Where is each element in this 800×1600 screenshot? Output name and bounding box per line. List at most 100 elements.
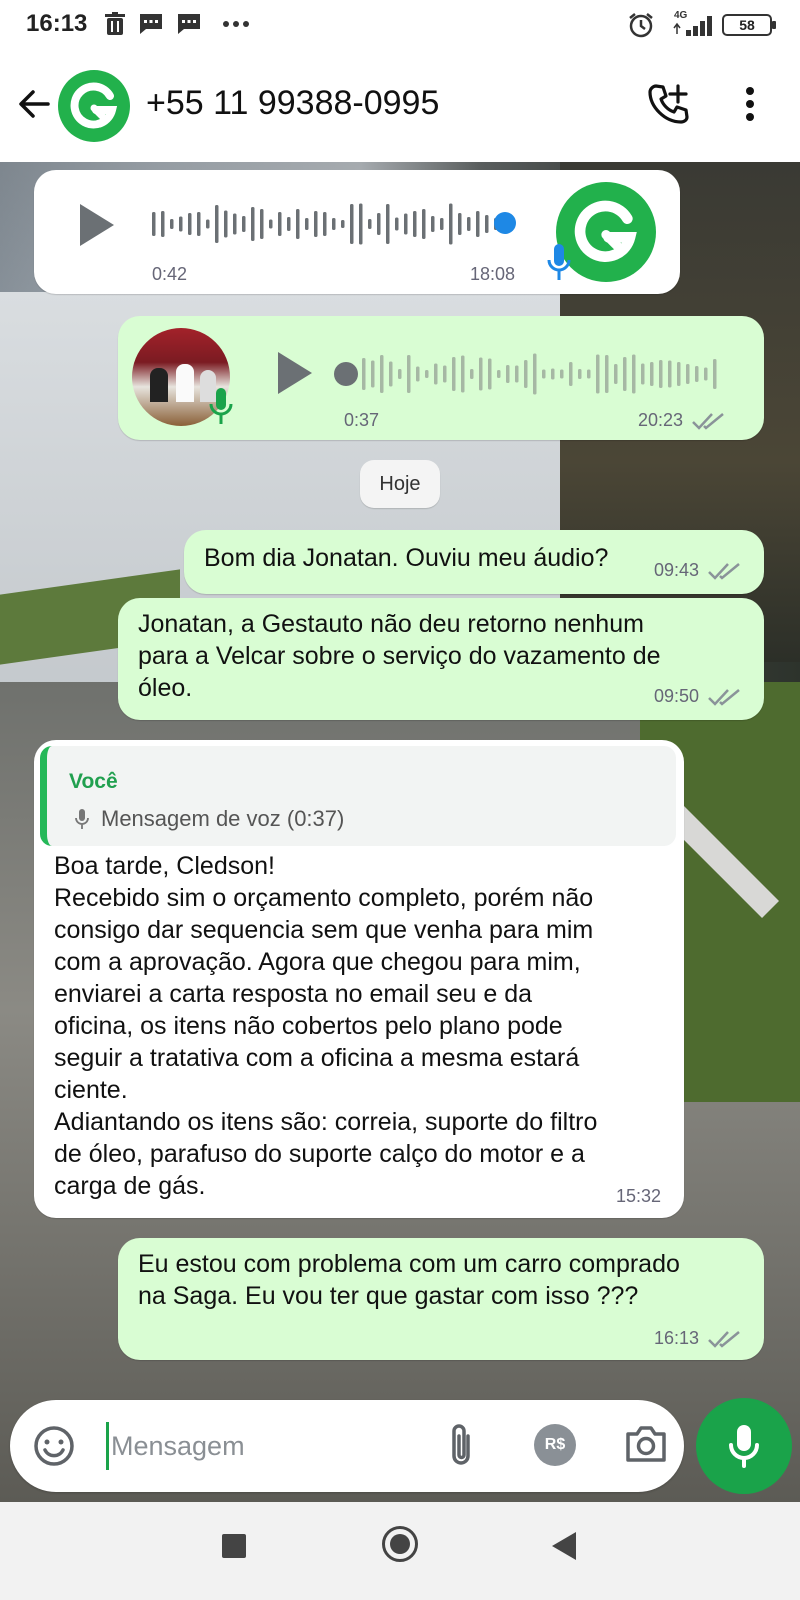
waveform-bar bbox=[587, 369, 591, 379]
waveform-bar bbox=[542, 369, 546, 379]
emoji-icon[interactable] bbox=[32, 1424, 76, 1468]
message-text: Eu estou com problema com um carro compr… bbox=[138, 1250, 680, 1310]
waveform-bar bbox=[434, 363, 438, 385]
waveform-bar bbox=[578, 369, 582, 379]
camera-icon[interactable] bbox=[624, 1424, 668, 1464]
waveform-bar bbox=[551, 368, 555, 380]
message-time: 15:32 bbox=[616, 1186, 662, 1206]
waveform-bar bbox=[569, 362, 573, 386]
waveform-bar bbox=[188, 213, 192, 235]
message-meta: 09:43 bbox=[654, 560, 741, 581]
waveform-bar bbox=[470, 369, 474, 379]
waveform-bar bbox=[332, 218, 336, 230]
signal-icon bbox=[673, 16, 712, 36]
voice-waveform[interactable] bbox=[362, 350, 732, 398]
message-time: 09:43 bbox=[654, 560, 700, 580]
waveform-bar bbox=[197, 212, 201, 236]
waveform-bar bbox=[440, 218, 444, 230]
waveform-bar bbox=[314, 211, 318, 237]
more-options-icon[interactable] bbox=[744, 86, 756, 122]
waveform-bar bbox=[416, 366, 420, 382]
message-meta: 20:23 bbox=[638, 410, 725, 431]
play-icon[interactable] bbox=[274, 350, 314, 396]
waveform-bar bbox=[431, 216, 435, 232]
waveform-bar bbox=[380, 355, 384, 393]
waveform-bar bbox=[461, 355, 465, 393]
waveform-bar bbox=[467, 217, 471, 231]
message-meta: 16:13 bbox=[654, 1328, 741, 1349]
chat-area[interactable]: 0:42 18:08 0:37 20:23 Hoje Bom dia Jonat… bbox=[0, 162, 800, 1502]
waveform-bar bbox=[425, 370, 429, 378]
message-text: Boa tarde, Cledson! Recebido sim o orçam… bbox=[54, 852, 598, 1200]
waveform-bar bbox=[296, 209, 300, 239]
waveform-bar bbox=[623, 357, 627, 391]
message-time: 09:50 bbox=[654, 686, 700, 706]
waveform-bar bbox=[359, 203, 363, 245]
waveform-bar bbox=[605, 355, 609, 393]
waveform-bar bbox=[377, 213, 381, 235]
waveform-bar bbox=[413, 211, 417, 237]
waveform-bar bbox=[641, 363, 645, 385]
waveform-bar bbox=[488, 358, 492, 390]
attach-icon[interactable] bbox=[446, 1422, 476, 1468]
message-text: Bom dia Jonatan. Ouviu meu áudio? bbox=[204, 544, 609, 572]
outgoing-text-message[interactable]: Bom dia Jonatan. Ouviu meu áudio? 09:43 bbox=[184, 530, 764, 594]
quote-author: Você bbox=[69, 770, 118, 793]
playback-handle[interactable] bbox=[334, 362, 358, 386]
waveform-bar bbox=[287, 217, 291, 231]
contact-name[interactable]: +55 11 99388-0995 bbox=[146, 84, 439, 123]
waveform-bar bbox=[389, 361, 393, 387]
read-ticks-icon bbox=[708, 688, 740, 706]
waveform-bar bbox=[713, 359, 717, 389]
date-divider: Hoje bbox=[360, 460, 440, 508]
waveform-bar bbox=[278, 212, 282, 236]
gestauto-logo-icon bbox=[574, 200, 637, 262]
waveform-bar bbox=[668, 360, 672, 388]
waveform-bar bbox=[443, 365, 447, 383]
waveform-bar bbox=[506, 365, 510, 383]
trash-icon bbox=[105, 12, 125, 35]
message-time: 18:08 bbox=[470, 264, 516, 284]
waveform-bar bbox=[650, 362, 654, 386]
record-voice-button[interactable] bbox=[696, 1398, 792, 1494]
waveform-bar bbox=[560, 369, 564, 379]
incoming-voice-message[interactable]: 0:42 18:08 bbox=[34, 170, 680, 294]
add-call-icon[interactable] bbox=[648, 82, 690, 126]
outgoing-voice-message[interactable]: 0:37 20:23 bbox=[118, 316, 764, 440]
read-ticks-icon bbox=[708, 562, 740, 580]
payment-icon[interactable]: R$ bbox=[534, 1424, 576, 1466]
nav-back-button[interactable] bbox=[552, 1532, 576, 1560]
contact-avatar[interactable] bbox=[58, 70, 130, 142]
waveform-bar bbox=[395, 217, 399, 231]
waveform-bar bbox=[371, 360, 375, 388]
waveform-bar bbox=[170, 219, 174, 229]
waveform-bar bbox=[152, 212, 156, 236]
back-arrow-icon[interactable] bbox=[16, 86, 52, 122]
home-button[interactable] bbox=[382, 1526, 418, 1562]
message-input[interactable] bbox=[106, 1422, 406, 1470]
quoted-message[interactable]: Você Mensagem de voz (0:37) bbox=[40, 746, 676, 846]
waveform-bar bbox=[704, 367, 708, 381]
waveform-bar bbox=[524, 360, 528, 388]
play-icon[interactable] bbox=[76, 202, 116, 248]
playback-handle[interactable] bbox=[494, 212, 516, 234]
waveform-bar bbox=[476, 211, 480, 237]
incoming-reply-message[interactable]: Você Mensagem de voz (0:37) Boa tarde, C… bbox=[34, 740, 684, 1218]
waveform-bar bbox=[497, 370, 501, 378]
system-nav-bar bbox=[0, 1502, 800, 1600]
waveform-bar bbox=[341, 220, 345, 228]
waveform-bar bbox=[269, 219, 273, 229]
voice-duration: 0:37 bbox=[344, 410, 380, 430]
message-text: Jonatan, a Gestauto não deu retorno nenh… bbox=[138, 610, 661, 702]
outgoing-text-message[interactable]: Eu estou com problema com um carro compr… bbox=[118, 1238, 764, 1360]
recents-button[interactable] bbox=[222, 1534, 246, 1558]
waveform-bar bbox=[368, 219, 372, 229]
outgoing-text-message[interactable]: Jonatan, a Gestauto não deu retorno nenh… bbox=[118, 598, 764, 720]
message-icon bbox=[178, 14, 200, 34]
waveform-bar bbox=[161, 211, 165, 237]
voice-waveform[interactable] bbox=[152, 200, 522, 248]
waveform-bar bbox=[533, 353, 537, 395]
message-icon bbox=[140, 14, 162, 34]
waveform-bar bbox=[179, 216, 183, 232]
waveform-bar bbox=[242, 216, 246, 232]
